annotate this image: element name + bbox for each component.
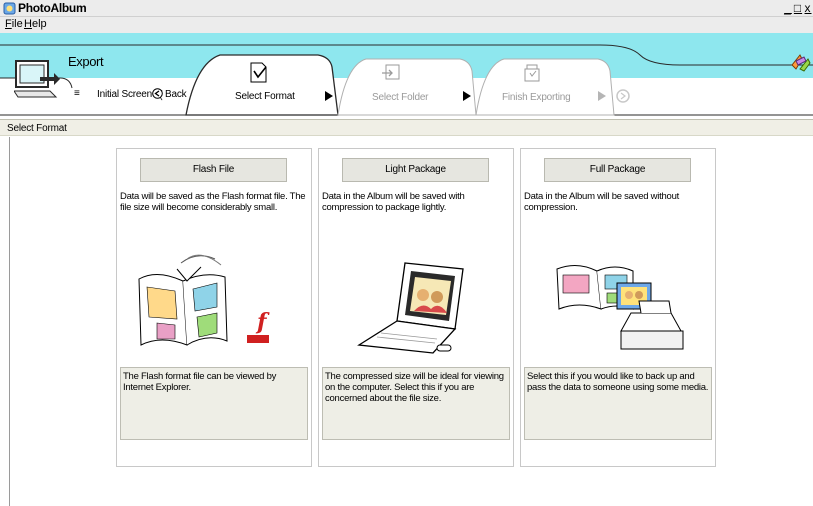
flash-file-description: Data will be saved as the Flash format f…: [120, 191, 306, 213]
select-folder-icon: [382, 64, 400, 80]
light-package-button[interactable]: Light Package: [342, 158, 489, 182]
laptop-illustration: [357, 262, 464, 354]
initial-screen-button[interactable]: ≡: [74, 88, 80, 99]
flash-file-panel: Flash File Data will be saved as the Fla…: [116, 148, 312, 467]
flash-file-button[interactable]: Flash File: [140, 158, 287, 182]
full-package-panel: Full Package Data in the Album will be s…: [520, 148, 716, 467]
flash-file-note: The Flash format file can be viewed by I…: [120, 367, 308, 440]
full-package-description: Data in the Album will be saved without …: [524, 191, 680, 213]
section-header: Select Format: [0, 119, 813, 136]
wizard-header: Export ≡ Initial Screen 〈 Back Select Fo…: [0, 33, 813, 116]
light-package-panel: Light Package Data in the Album will be …: [318, 148, 514, 467]
wizard-title: Export: [68, 54, 104, 69]
flash-book-illustration: f: [138, 254, 270, 346]
wizard-background: [0, 33, 813, 116]
menu-bar: File Help: [0, 17, 813, 33]
title-bar: PhotoAlbum _ □ x: [0, 0, 813, 17]
finish-exporting-icon: [524, 64, 540, 82]
minimize-button[interactable]: _: [783, 1, 793, 15]
tab-finish-exporting[interactable]: Finish Exporting: [502, 92, 571, 103]
window-controls: _ □ x: [783, 1, 813, 15]
back-circle-icon[interactable]: [152, 88, 163, 99]
initial-screen-icon: ≡: [74, 88, 80, 99]
export-monitor-icon: [14, 60, 60, 98]
photoalbum-logo-icon: [791, 54, 811, 72]
full-package-note: Select this if you would like to back up…: [524, 367, 712, 440]
initial-screen-label[interactable]: Initial Screen: [97, 89, 152, 100]
svg-text:f: f: [255, 309, 270, 335]
menu-file[interactable]: File: [5, 18, 23, 30]
photoalbum-app-icon: [3, 2, 16, 15]
tab-select-folder[interactable]: Select Folder: [372, 92, 429, 103]
app-title: PhotoAlbum: [18, 1, 87, 15]
select-format-icon: [250, 62, 267, 83]
close-button[interactable]: x: [803, 1, 813, 15]
light-package-note: The compressed size will be ideal for vi…: [322, 367, 510, 440]
menu-help[interactable]: Help: [24, 18, 47, 30]
section-title: Select Format: [7, 123, 67, 134]
album-printer-illustration: [556, 265, 684, 350]
light-package-description: Data in the Album will be saved with com…: [322, 191, 465, 213]
full-package-button[interactable]: Full Package: [544, 158, 691, 182]
content-divider: [9, 137, 10, 506]
tab-select-format[interactable]: Select Format: [235, 91, 295, 102]
back-label[interactable]: Back: [165, 89, 187, 100]
maximize-button[interactable]: □: [793, 1, 803, 15]
